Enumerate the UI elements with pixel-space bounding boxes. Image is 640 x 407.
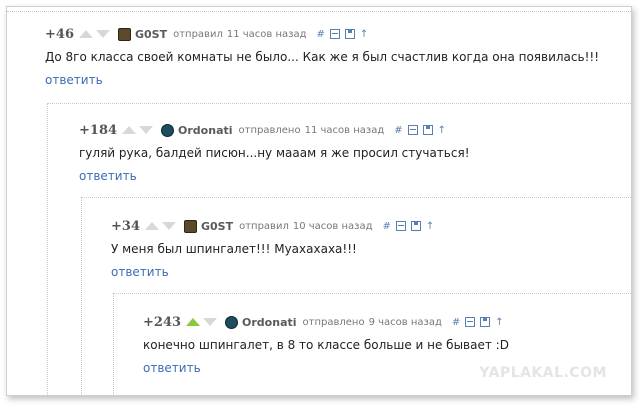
comment-action: отправил <box>239 220 289 232</box>
comment: +184 Ordonati отправлено 11 часов назад … <box>79 121 470 184</box>
vote-down-icon[interactable] <box>161 222 176 230</box>
comment-meta: +34 G0ST отправил 10 часов назад # ↑ <box>111 217 434 235</box>
permalink-icon[interactable]: # <box>317 29 325 40</box>
permalink-icon[interactable]: # <box>383 221 391 232</box>
comment-time: 11 часов назад <box>304 124 385 136</box>
reply-link[interactable]: ответить <box>143 361 509 375</box>
comment-meta: +46 G0ST отправил 11 часов назад # ↑ <box>45 25 599 43</box>
comment-tools: # ↑ <box>383 221 435 232</box>
parent-arrow-icon[interactable]: ↑ <box>426 221 434 232</box>
site-watermark: YAPLAKAL.COM <box>479 365 607 381</box>
save-icon[interactable] <box>344 29 355 39</box>
avatar-icon[interactable] <box>183 219 197 233</box>
collapse-icon[interactable] <box>407 125 418 135</box>
comment-time: 11 часов назад <box>226 28 307 40</box>
comment: +243 Ordonati отправлено 9 часов назад #… <box>143 313 509 376</box>
divider <box>47 103 631 104</box>
comments-panel: +46 G0ST отправил 11 часов назад # ↑ До … <box>6 6 632 396</box>
vote-up-icon[interactable] <box>78 30 93 38</box>
thread-line <box>81 197 82 395</box>
vote-down-icon[interactable] <box>139 126 154 134</box>
permalink-icon[interactable]: # <box>394 125 402 136</box>
comment-score: +34 <box>111 218 140 234</box>
parent-arrow-icon[interactable]: ↑ <box>495 317 503 328</box>
comment-author[interactable]: G0ST <box>201 220 233 233</box>
save-icon[interactable] <box>410 221 421 231</box>
reply-link[interactable]: ответить <box>111 265 434 279</box>
vote-up-icon[interactable] <box>186 318 201 326</box>
collapse-icon[interactable] <box>395 221 406 231</box>
comment-tools: # ↑ <box>317 29 369 40</box>
comment-time: 10 часов назад <box>292 220 373 232</box>
comment-action: отправил <box>173 28 223 40</box>
avatar-icon[interactable] <box>117 27 131 41</box>
comment: +46 G0ST отправил 11 часов назад # ↑ До … <box>45 25 600 88</box>
divider <box>113 293 631 294</box>
comment-action: отправлено <box>238 124 301 136</box>
comment-time: 9 часов назад <box>368 316 442 328</box>
comment-meta: +243 Ordonati отправлено 9 часов назад #… <box>143 313 509 331</box>
comment-meta: +184 Ordonati отправлено 11 часов назад … <box>79 121 470 139</box>
comment-author[interactable]: Ordonati <box>242 316 297 329</box>
reply-link[interactable]: ответить <box>79 169 470 183</box>
comment-score: +46 <box>45 26 74 42</box>
comment-tools: # ↑ <box>452 317 504 328</box>
vote-down-icon[interactable] <box>203 318 218 326</box>
comment-action: отправлено <box>302 316 365 328</box>
parent-arrow-icon[interactable]: ↑ <box>360 29 368 40</box>
permalink-icon[interactable]: # <box>452 317 460 328</box>
vote-up-icon[interactable] <box>144 222 159 230</box>
avatar-icon[interactable] <box>225 315 239 329</box>
vote-up-icon[interactable] <box>122 126 137 134</box>
divider <box>81 197 631 198</box>
comment-text: До 8го класса своей комнаты не было... К… <box>45 50 600 64</box>
reply-link[interactable]: ответить <box>45 73 599 87</box>
vote-down-icon[interactable] <box>95 30 110 38</box>
collapse-icon[interactable] <box>465 317 476 327</box>
comment-score: +184 <box>79 122 118 138</box>
thread-line <box>113 293 114 395</box>
comment-score: +243 <box>143 314 182 330</box>
top-divider <box>7 11 631 12</box>
save-icon[interactable] <box>422 125 433 135</box>
collapse-icon[interactable] <box>329 29 340 39</box>
save-icon[interactable] <box>480 317 491 327</box>
comment-text: У меня был шпингалет!!! Муахахаха!!! <box>111 242 357 256</box>
comment: +34 G0ST отправил 10 часов назад # ↑ У м… <box>111 217 434 280</box>
avatar-icon[interactable] <box>161 123 175 137</box>
comment-tools: # ↑ <box>394 125 446 136</box>
thread-line <box>47 103 48 395</box>
parent-arrow-icon[interactable]: ↑ <box>438 125 446 136</box>
comment-author[interactable]: G0ST <box>135 28 167 41</box>
comment-text: гуляй рука, балдей писюн...ну мааам я же… <box>79 146 470 160</box>
comment-author[interactable]: Ordonati <box>178 124 233 137</box>
comment-text: конечно шпингалет, в 8 то классе больше … <box>143 338 509 352</box>
